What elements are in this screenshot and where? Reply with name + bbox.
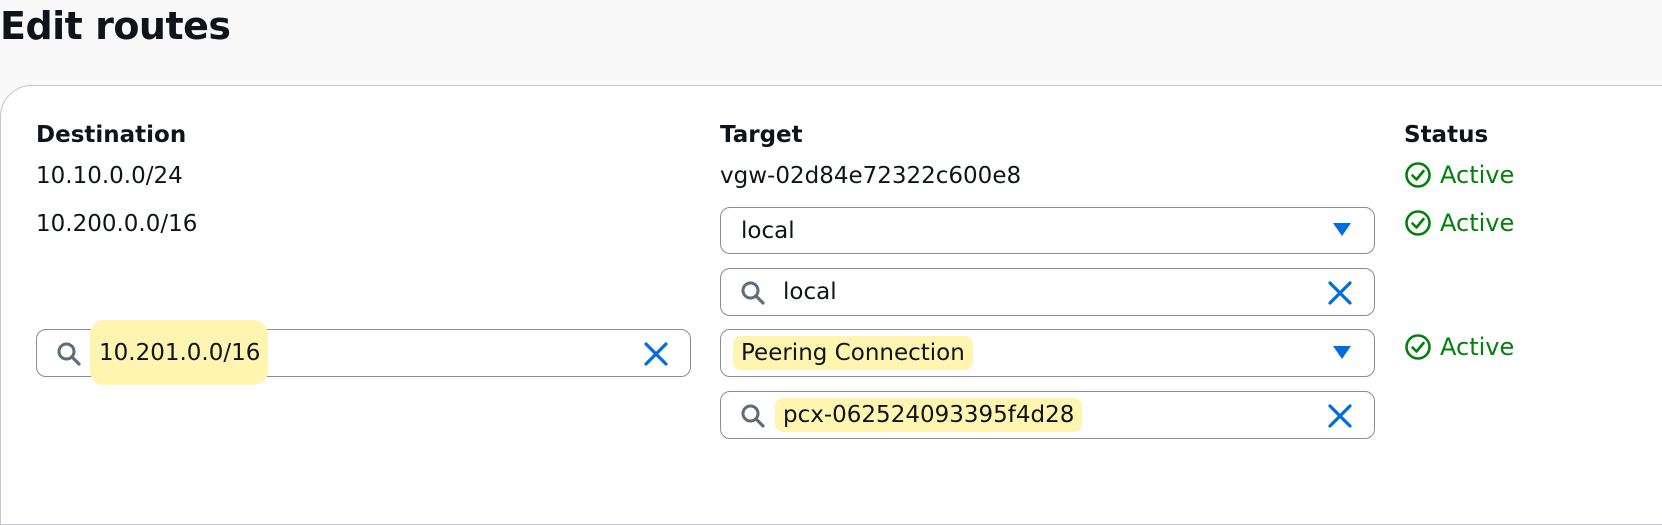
status-label: Active	[1440, 209, 1515, 237]
route-status: Active	[1404, 161, 1514, 189]
route-destination-value: 10.200.0.0/16	[36, 211, 198, 237]
route-target-value: vgw-02d84e72322c600e8	[720, 163, 1022, 189]
route-destination-value: 10.10.0.0/24	[36, 163, 183, 189]
target-search-input[interactable]: local	[720, 268, 1375, 316]
search-icon	[739, 402, 767, 430]
caret-down-icon	[1332, 344, 1352, 362]
page-title: Edit routes	[0, 4, 231, 48]
target-type-select[interactable]: Peering Connection	[720, 329, 1375, 377]
caret-down-icon	[1332, 221, 1352, 239]
column-header-destination: Destination	[36, 122, 187, 148]
close-icon[interactable]	[642, 340, 670, 368]
target-search-value: pcx-062524093395f4d28	[775, 398, 1083, 432]
route-status: Active	[1404, 209, 1514, 237]
check-circle-icon	[1405, 162, 1431, 188]
close-icon[interactable]	[1326, 279, 1354, 307]
check-circle-icon	[1405, 210, 1431, 236]
target-search-value: local	[783, 279, 837, 305]
destination-search-value: 10.201.0.0/16	[99, 340, 261, 366]
target-search-input[interactable]: pcx-062524093395f4d28	[720, 391, 1375, 439]
search-icon	[739, 279, 767, 307]
column-header-target: Target	[720, 122, 803, 148]
status-label: Active	[1440, 333, 1515, 361]
target-type-select[interactable]: local	[720, 207, 1375, 254]
route-status: Active	[1404, 333, 1514, 361]
check-circle-icon	[1405, 334, 1431, 360]
target-type-select-value: Peering Connection	[733, 336, 973, 370]
search-icon	[55, 340, 83, 368]
target-type-select-value: local	[741, 217, 795, 244]
status-label: Active	[1440, 161, 1515, 189]
close-icon[interactable]	[1326, 402, 1354, 430]
column-header-status: Status	[1404, 122, 1489, 148]
